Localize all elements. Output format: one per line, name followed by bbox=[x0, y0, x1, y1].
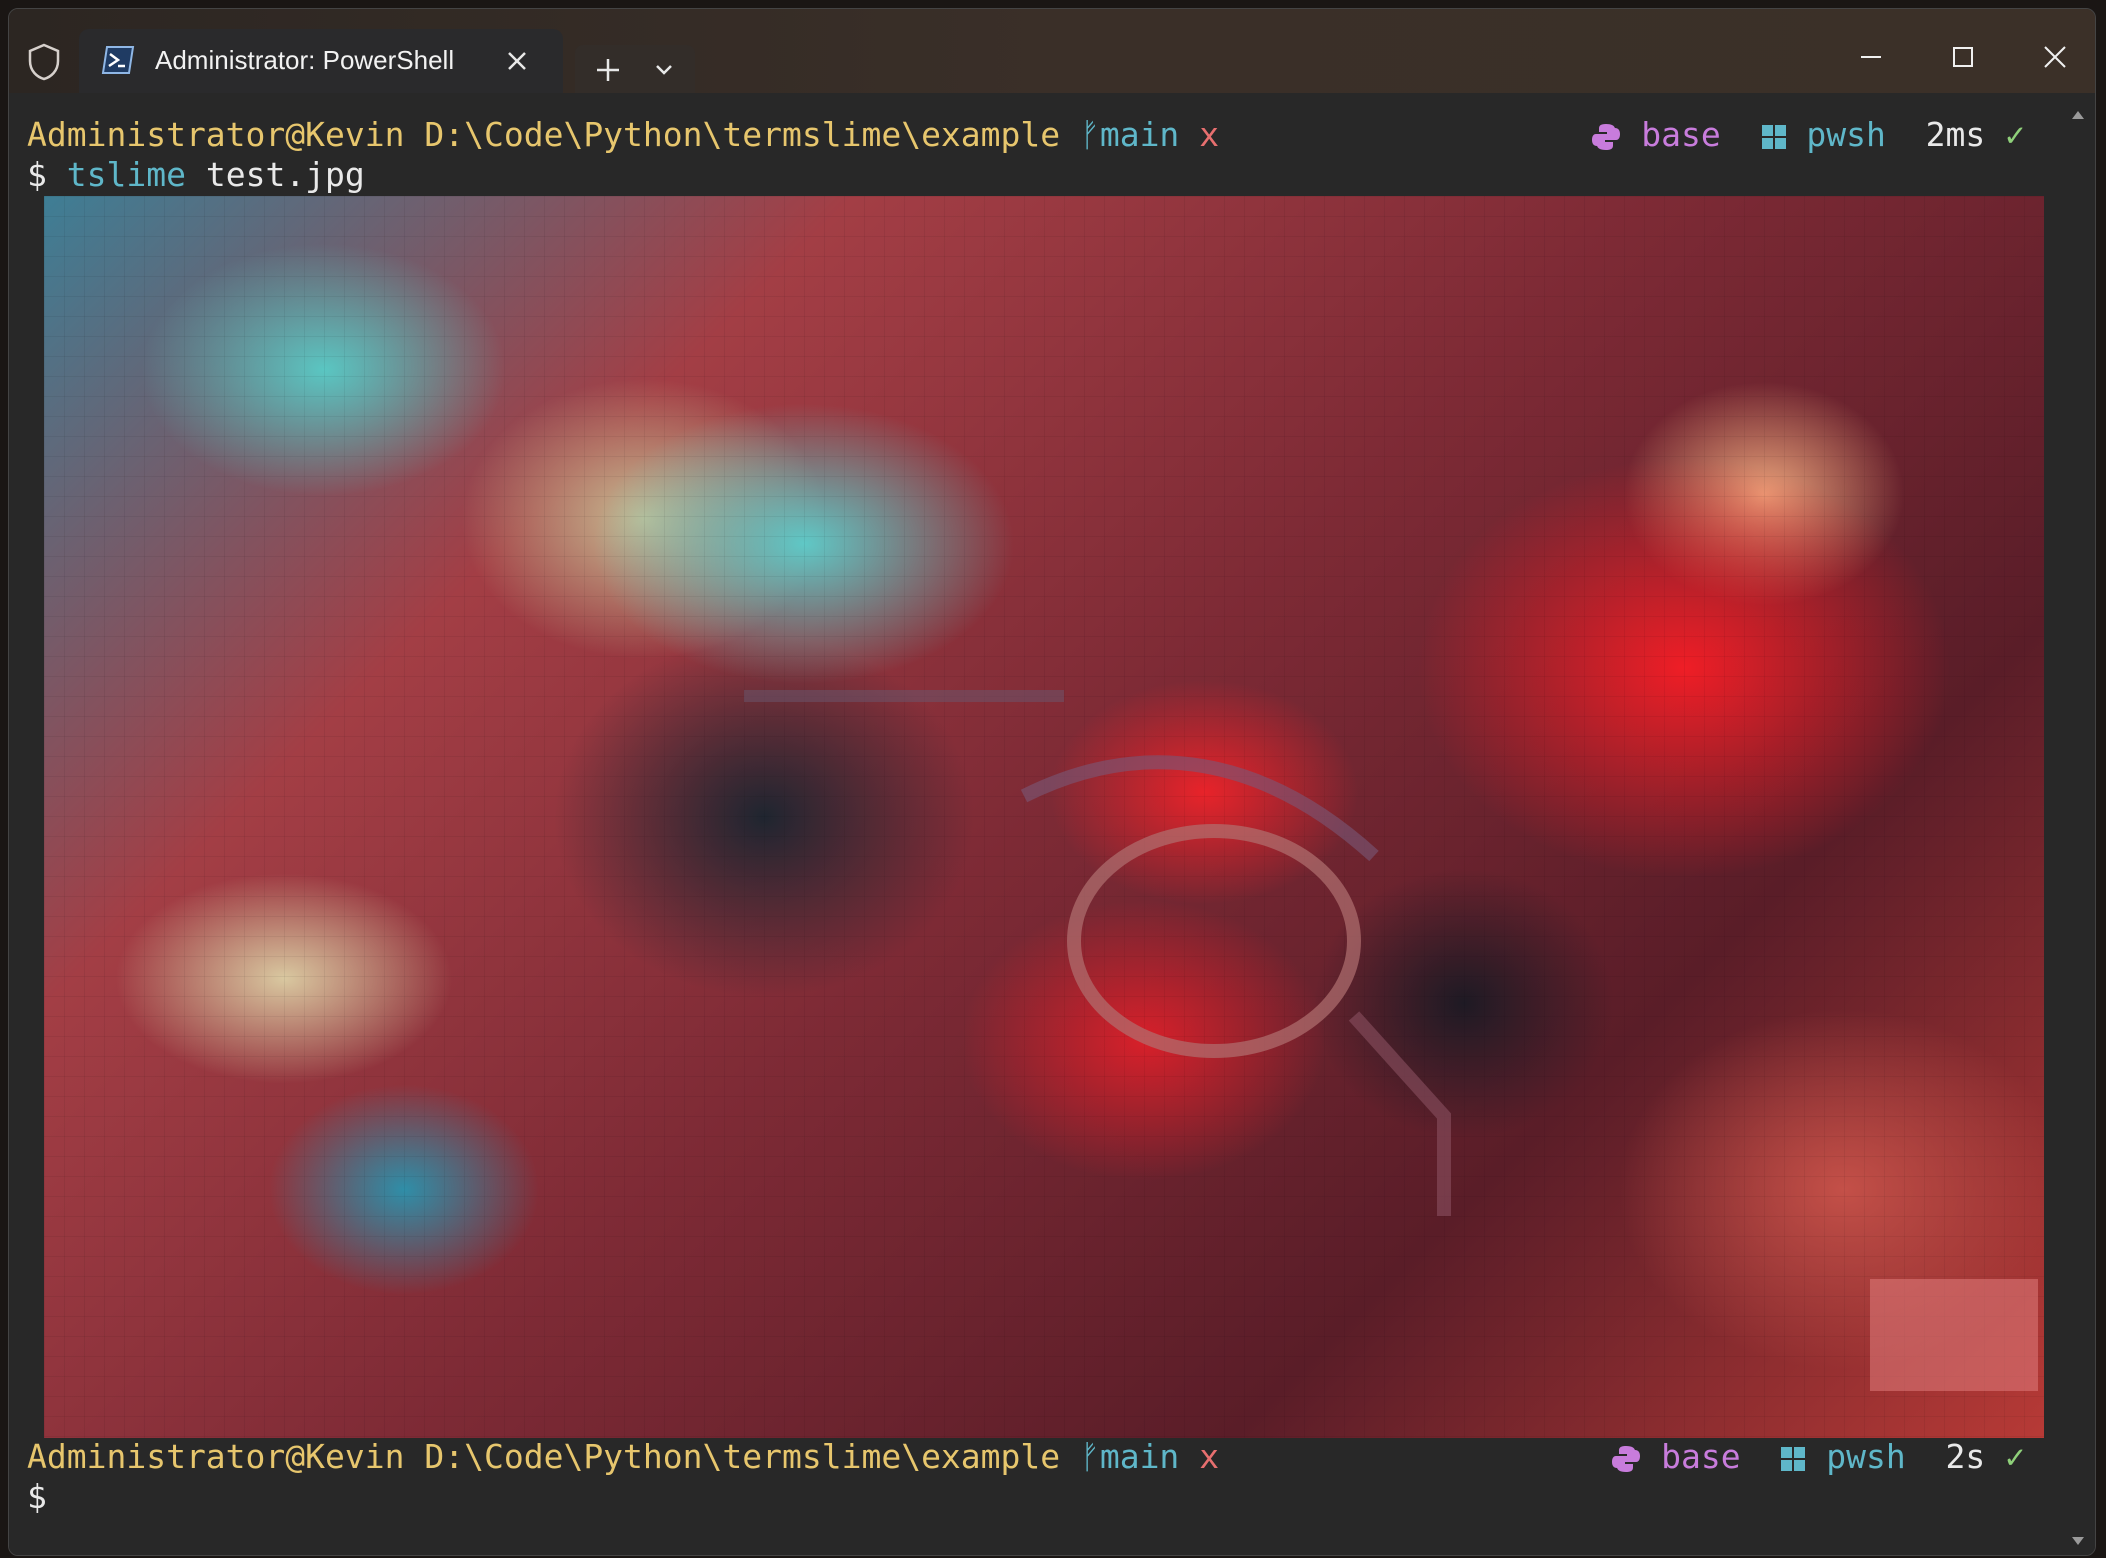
command-duration: 2s bbox=[1945, 1437, 1986, 1476]
python-icon bbox=[1612, 1445, 1641, 1472]
chevron-down-icon[interactable] bbox=[649, 55, 679, 85]
image-details bbox=[744, 690, 2038, 1391]
title-bar[interactable]: Administrator: PowerShell bbox=[9, 9, 2095, 93]
terminal-pane[interactable]: Administrator@Kevin D:\Code\Python\terms… bbox=[9, 93, 2095, 1555]
git-dirty-flag: x bbox=[1199, 1437, 1220, 1476]
maximize-icon[interactable] bbox=[1941, 35, 1985, 79]
shell-name: pwsh bbox=[1826, 1437, 1906, 1476]
shield-icon bbox=[28, 43, 60, 81]
git-branch-icon: ᚠ bbox=[1080, 115, 1100, 154]
command-duration: 2ms bbox=[1925, 115, 1986, 154]
rendered-image-output bbox=[44, 196, 2044, 1438]
prompt-line-1: Administrator@Kevin D:\Code\Python\terms… bbox=[27, 115, 1219, 155]
tab-title: Administrator: PowerShell bbox=[155, 45, 455, 75]
tab-powershell[interactable]: Administrator: PowerShell bbox=[79, 29, 563, 93]
git-dirty-flag: x bbox=[1199, 115, 1220, 154]
git-branch: main bbox=[1099, 115, 1180, 154]
minimize-icon[interactable] bbox=[1849, 35, 1893, 79]
conda-env: base bbox=[1661, 1437, 1741, 1476]
command-line-2[interactable]: $ bbox=[27, 1477, 47, 1517]
success-check-icon: ✓ bbox=[2005, 115, 2025, 154]
command-line-1: $ tslime test.jpg bbox=[27, 155, 365, 195]
prompt-path: D:\Code\Python\termslime\example bbox=[424, 115, 1061, 154]
close-tab-icon[interactable] bbox=[499, 43, 535, 79]
prompt-user: Administrator@Kevin bbox=[27, 1437, 405, 1476]
prompt-user: Administrator@Kevin bbox=[27, 115, 405, 154]
shell-name: pwsh bbox=[1806, 115, 1886, 154]
tab-tools bbox=[575, 45, 695, 93]
close-window-icon[interactable] bbox=[2033, 35, 2077, 79]
command-argument: test.jpg bbox=[205, 155, 365, 194]
scrollbar[interactable] bbox=[2069, 109, 2087, 1549]
terminal-window: Administrator: PowerShell Administrator@… bbox=[8, 8, 2096, 1556]
python-icon bbox=[1592, 123, 1621, 150]
prompt-line-2: Administrator@Kevin D:\Code\Python\terms… bbox=[27, 1437, 1219, 1477]
git-branch: main bbox=[1099, 1437, 1180, 1476]
status-segment-1: base pwsh 2ms ✓ bbox=[1591, 115, 2025, 155]
status-segment-2: base pwsh 2s ✓ bbox=[1611, 1437, 2025, 1477]
success-check-icon: ✓ bbox=[2005, 1437, 2025, 1476]
prompt-path: D:\Code\Python\termslime\example bbox=[424, 1437, 1061, 1476]
git-branch-icon: ᚠ bbox=[1080, 1437, 1100, 1476]
prompt-symbol: $ bbox=[27, 155, 47, 194]
command-name: tslime bbox=[66, 155, 186, 194]
plus-icon[interactable] bbox=[591, 53, 625, 87]
windows-icon bbox=[1781, 1446, 1806, 1471]
windows-icon bbox=[1761, 124, 1786, 149]
prompt-symbol: $ bbox=[27, 1477, 47, 1516]
conda-env: base bbox=[1641, 115, 1721, 154]
powershell-icon bbox=[101, 46, 135, 74]
